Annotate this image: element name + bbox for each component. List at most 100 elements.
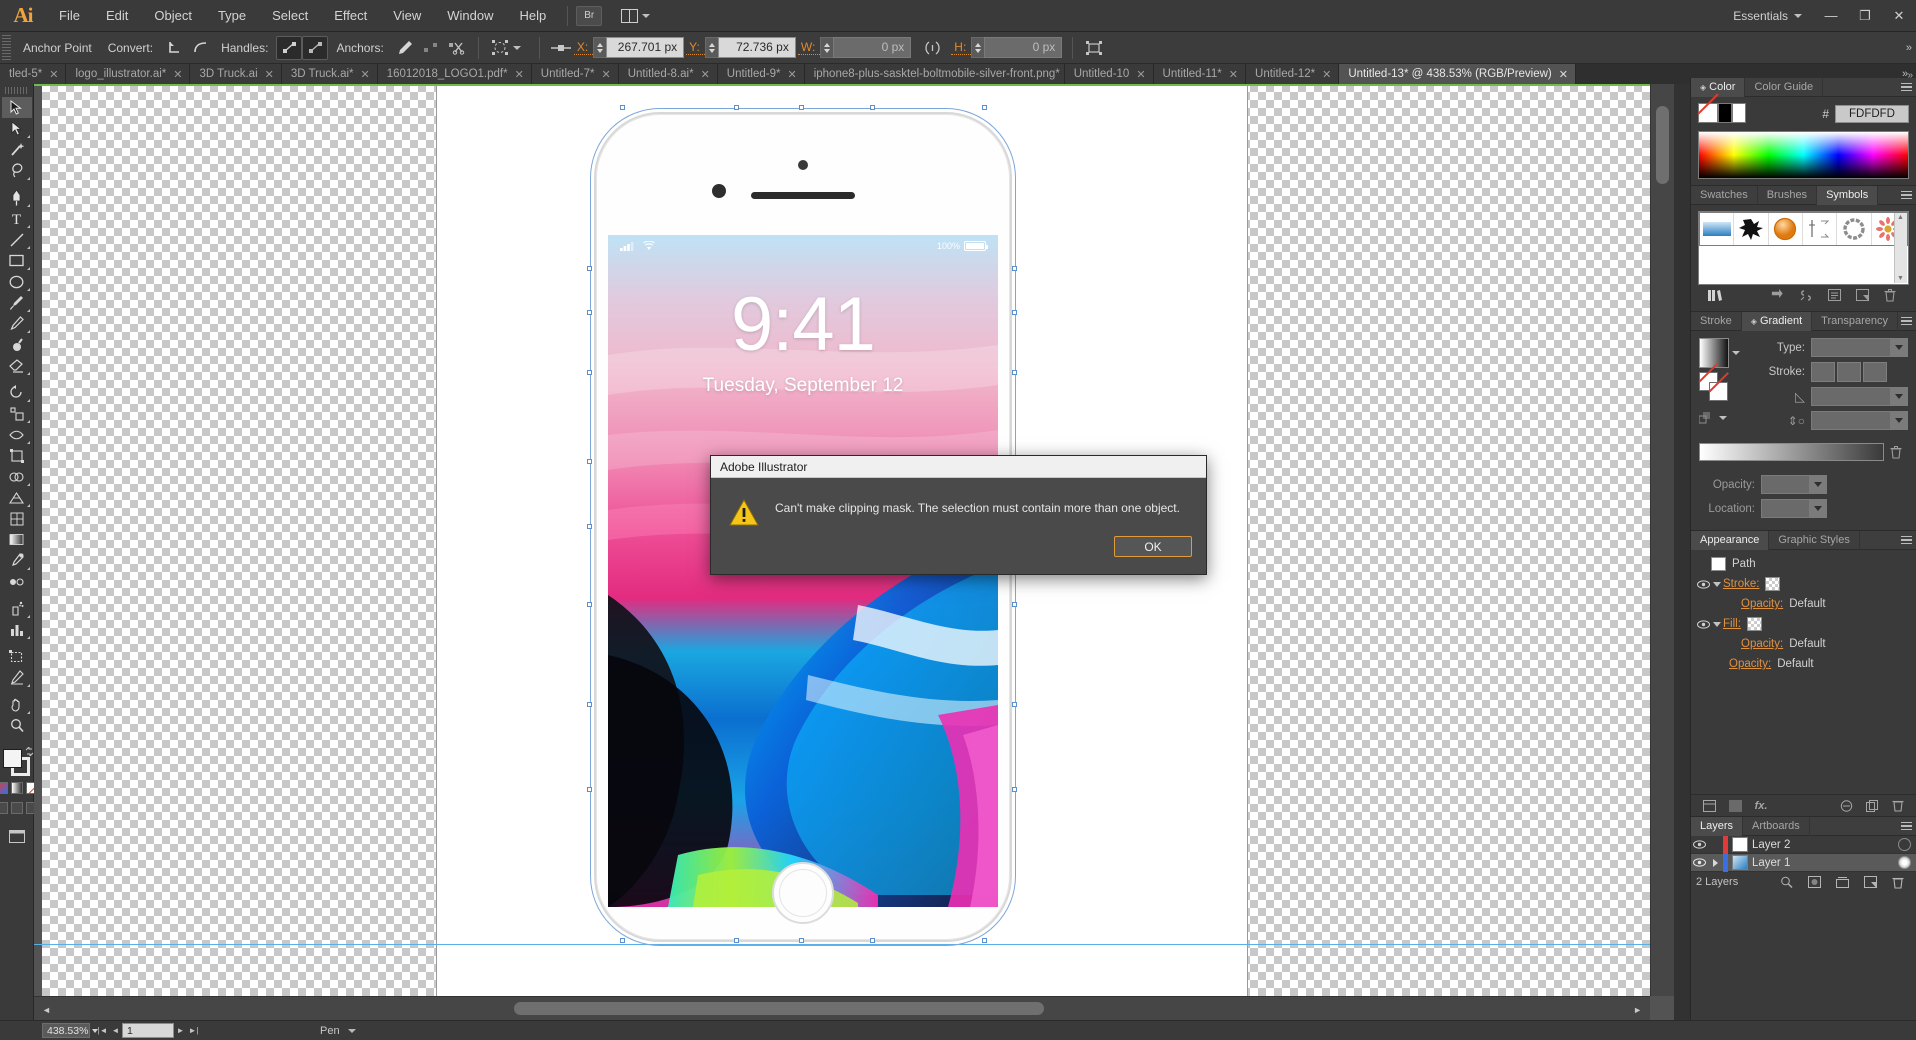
hand-tool[interactable] xyxy=(2,694,32,715)
appearance-object-row[interactable]: Path xyxy=(1691,554,1916,574)
appearance-object-opacity-row[interactable]: Opacity: Default xyxy=(1691,654,1916,674)
menu-help[interactable]: Help xyxy=(506,0,559,32)
tool-flyout-indicator[interactable] xyxy=(26,441,30,444)
menu-edit[interactable]: Edit xyxy=(93,0,141,32)
doc-tab-close-icon[interactable]: ✕ xyxy=(49,68,58,81)
tab-transparency[interactable]: Transparency xyxy=(1812,311,1898,331)
symbol-sprayer-tool[interactable] xyxy=(2,598,32,619)
color-panel-menu-icon[interactable] xyxy=(1901,82,1912,92)
first-artboard-button[interactable]: |◄ xyxy=(96,1022,109,1040)
gradient-slider[interactable] xyxy=(1699,443,1884,461)
layer-row-selected[interactable]: Layer 1 xyxy=(1691,853,1916,872)
hide-handles-icon[interactable] xyxy=(302,35,329,60)
isolate-selected-object-icon[interactable] xyxy=(487,36,513,60)
tool-flyout-indicator[interactable] xyxy=(26,399,30,402)
tools-panel-grip[interactable] xyxy=(4,87,27,94)
symbol-grey-ring-icon[interactable] xyxy=(1837,213,1872,245)
tool-flyout-indicator[interactable] xyxy=(26,330,30,333)
width-value[interactable]: 0 px xyxy=(833,37,912,58)
line-segment-tool[interactable] xyxy=(2,229,32,250)
layer-name[interactable]: Layer 1 xyxy=(1752,857,1898,869)
scale-tool[interactable] xyxy=(2,403,32,424)
workspace-chevron-down-icon[interactable] xyxy=(1794,13,1802,18)
layer-target-indicator[interactable] xyxy=(1898,856,1911,869)
gradient-preview-thumbnail[interactable] xyxy=(1699,338,1729,368)
paintbrush-tool[interactable] xyxy=(2,292,32,313)
appearance-stroke-label[interactable]: Stroke: xyxy=(1723,578,1759,590)
previous-artboard-button[interactable]: ◄ xyxy=(109,1022,122,1040)
color-spectrum-ramp[interactable] xyxy=(1698,131,1909,179)
doc-tab[interactable]: logo_illustrator.ai* ✕ xyxy=(66,64,191,84)
fill-stroke-proxy[interactable] xyxy=(2,745,33,778)
scroll-left-icon[interactable]: ◄ xyxy=(42,1005,51,1015)
menu-view[interactable]: View xyxy=(380,0,434,32)
direct-selection-tool[interactable] xyxy=(2,118,32,139)
doc-tab-close-icon[interactable]: ✕ xyxy=(1559,68,1568,81)
gradient-location-input[interactable] xyxy=(1761,499,1827,518)
x-value[interactable]: 267.701 px xyxy=(606,37,685,58)
tab-brushes[interactable]: Brushes xyxy=(1758,185,1818,205)
none-color-swatch[interactable] xyxy=(1698,103,1718,123)
gradient-aspect-input[interactable] xyxy=(1811,411,1908,430)
doc-tab[interactable]: Untitled-9* ✕ xyxy=(717,64,805,84)
tab-artboards[interactable]: Artboards xyxy=(1743,816,1810,836)
tool-flyout-indicator[interactable] xyxy=(26,684,30,687)
layer-expand-triangle-icon[interactable] xyxy=(1708,858,1723,867)
tool-flyout-indicator[interactable] xyxy=(26,636,30,639)
appearance-fill-opacity-row[interactable]: Opacity: Default xyxy=(1691,634,1916,654)
delete-appearance-item-trash-icon[interactable] xyxy=(1885,797,1911,815)
tool-flyout-indicator[interactable] xyxy=(26,567,30,570)
symbol-options-icon[interactable] xyxy=(1820,286,1848,304)
gradient-tool[interactable] xyxy=(2,529,32,550)
gradient-type-select[interactable] xyxy=(1811,338,1908,357)
tool-flyout-indicator[interactable] xyxy=(26,504,30,507)
window-close-button[interactable]: ✕ xyxy=(1882,0,1916,32)
tool-flyout-indicator[interactable] xyxy=(26,267,30,270)
doc-tab-close-icon[interactable]: ✕ xyxy=(701,68,710,81)
white-color-swatch[interactable] xyxy=(1732,103,1746,123)
color-proxies[interactable] xyxy=(1698,103,1746,125)
menu-object[interactable]: Object xyxy=(141,0,205,32)
layer-target-indicator[interactable] xyxy=(1898,838,1911,851)
connect-anchors-icon[interactable] xyxy=(418,36,444,60)
remove-anchor-pen-icon[interactable] xyxy=(392,36,418,60)
transform-panel-icon[interactable] xyxy=(1081,36,1107,60)
symbol-black-splatter-icon[interactable] xyxy=(1734,213,1769,245)
menu-select[interactable]: Select xyxy=(259,0,321,32)
control-bar-grip[interactable] xyxy=(2,34,11,61)
pencil-tool[interactable] xyxy=(2,313,32,334)
layer-row[interactable]: Layer 2 xyxy=(1691,835,1916,854)
doc-tab-close-icon[interactable]: ✕ xyxy=(515,68,524,81)
canvas-horizontal-scrollbar[interactable]: ◄ ► xyxy=(34,996,1650,1020)
tool-flyout-indicator[interactable] xyxy=(26,711,30,714)
workspace-label[interactable]: Essentials xyxy=(1727,9,1794,23)
tool-flyout-indicator[interactable] xyxy=(26,420,30,423)
drawing-mode-normal-icon[interactable] xyxy=(0,802,8,814)
next-artboard-button[interactable]: ► xyxy=(174,1022,187,1040)
tab-gradient[interactable]: ◈ Gradient xyxy=(1741,311,1813,331)
show-handles-icon[interactable] xyxy=(276,35,303,60)
symbols-grid[interactable]: ▲ ▼ xyxy=(1698,211,1909,285)
mesh-tool[interactable] xyxy=(2,508,32,529)
tool-flyout-indicator[interactable] xyxy=(26,204,30,207)
width-field[interactable]: 0 px xyxy=(820,37,912,58)
zoom-tool[interactable] xyxy=(2,715,32,736)
tool-flyout-indicator[interactable] xyxy=(26,372,30,375)
doc-tab[interactable]: Untitled-7* ✕ xyxy=(531,64,619,84)
tool-flyout-indicator[interactable] xyxy=(26,246,30,249)
scroll-right-icon[interactable]: ► xyxy=(1633,1005,1642,1015)
height-field[interactable]: 0 px xyxy=(971,37,1063,58)
gradient-presets-caret-icon[interactable] xyxy=(1732,351,1740,355)
rectangle-tool[interactable] xyxy=(2,250,32,271)
appearance-opacity-label[interactable]: Opacity: xyxy=(1741,598,1783,610)
width-tool[interactable] xyxy=(2,424,32,445)
cut-path-at-anchor-icon[interactable] xyxy=(444,36,470,60)
expand-triangle-icon[interactable] xyxy=(1711,581,1723,587)
window-restore-button[interactable]: ❐ xyxy=(1848,0,1882,32)
ellipse-tool[interactable] xyxy=(2,271,32,292)
clear-appearance-icon[interactable] xyxy=(1833,797,1859,815)
create-new-layer-icon[interactable] xyxy=(1857,873,1883,891)
perspective-grid-tool[interactable] xyxy=(2,487,32,508)
tool-flyout-indicator[interactable] xyxy=(26,225,30,228)
doc-tab[interactable]: 3D Truck.ai ✕ xyxy=(190,64,282,84)
